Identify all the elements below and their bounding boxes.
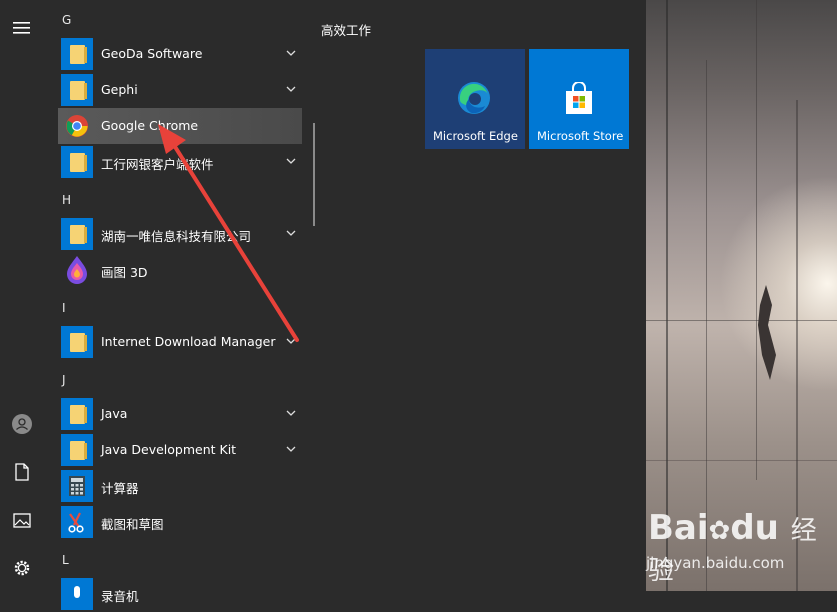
edge-icon xyxy=(458,82,490,114)
chevron-down-icon[interactable] xyxy=(286,228,296,238)
chrome-icon xyxy=(61,110,93,142)
list-item-google-chrome[interactable]: Google Chrome xyxy=(58,108,302,144)
folder-icon xyxy=(61,74,93,106)
chevron-down-icon[interactable] xyxy=(286,156,296,166)
app-label: Java Development Kit xyxy=(101,442,237,457)
section-letter[interactable]: I xyxy=(62,301,66,315)
list-item-jdk[interactable]: Java Development Kit xyxy=(58,432,302,468)
tile-label: Microsoft Store xyxy=(537,129,624,143)
folder-icon xyxy=(61,218,93,250)
baidu-logo-text: Bai✿du 经验 xyxy=(648,508,817,586)
user-icon[interactable] xyxy=(0,406,44,442)
section-letter[interactable]: L xyxy=(62,553,69,567)
app-label: Google Chrome xyxy=(101,118,199,133)
list-item-paint-3d[interactable]: 画图 3D xyxy=(58,252,302,288)
app-label: 录音机 xyxy=(101,589,139,604)
settings-icon[interactable] xyxy=(0,550,44,586)
list-item-gephi[interactable]: Gephi xyxy=(58,72,302,108)
paint-3d-icon xyxy=(61,254,93,286)
folder-icon xyxy=(61,146,93,178)
tile-microsoft-store[interactable]: Microsoft Store xyxy=(529,49,629,149)
list-item-hunan-company[interactable]: 湖南一唯信息科技有限公司 xyxy=(58,216,302,252)
chevron-down-icon[interactable] xyxy=(286,444,296,454)
tile-microsoft-edge[interactable]: Microsoft Edge xyxy=(425,49,525,149)
menu-icon[interactable] xyxy=(0,10,44,46)
folder-icon xyxy=(61,38,93,70)
app-label: GeoDa Software xyxy=(101,46,203,61)
baidu-url: jingyan.baidu.com xyxy=(646,554,785,572)
folder-icon xyxy=(61,326,93,358)
pictures-icon[interactable] xyxy=(0,502,44,538)
app-label: 工行网银客户端软件 xyxy=(101,157,214,172)
list-item-idm[interactable]: Internet Download Manager xyxy=(58,324,302,360)
app-label: 湖南一唯信息科技有限公司 xyxy=(101,229,252,244)
app-label: Internet Download Manager xyxy=(101,334,276,349)
app-label: 计算器 xyxy=(101,481,139,496)
app-label: Gephi xyxy=(101,82,138,97)
section-letter[interactable]: J xyxy=(62,373,66,387)
folder-icon xyxy=(61,434,93,466)
list-item-calculator[interactable]: 计算器 xyxy=(58,468,302,504)
list-item-recorder[interactable]: 录音机 xyxy=(58,576,302,612)
voice-recorder-icon xyxy=(61,578,93,610)
calculator-icon xyxy=(61,470,93,502)
tiles-area: 高效工作 Microsoft Edge Microsoft Store xyxy=(316,0,646,591)
app-list[interactable]: G GeoDa Software Gephi Google Chrome 工行网… xyxy=(44,0,312,610)
list-item-icbc[interactable]: 工行网银客户端软件 xyxy=(58,144,302,180)
list-scrollbar[interactable] xyxy=(313,123,315,226)
app-label: 截图和草图 xyxy=(101,517,164,532)
tile-group-title[interactable]: 高效工作 xyxy=(321,20,371,39)
chevron-down-icon[interactable] xyxy=(286,84,296,94)
section-letter[interactable]: H xyxy=(62,193,71,207)
snip-sketch-icon xyxy=(61,506,93,538)
list-item-geoda[interactable]: GeoDa Software xyxy=(58,36,302,72)
chevron-down-icon[interactable] xyxy=(286,336,296,346)
list-item-java[interactable]: Java xyxy=(58,396,302,432)
desktop-wallpaper: Bai✿du 经验 jingyan.baidu.com xyxy=(646,0,837,591)
list-item-snip-sketch[interactable]: 截图和草图 xyxy=(58,504,302,540)
figure-silhouette xyxy=(758,285,776,380)
chevron-down-icon[interactable] xyxy=(286,408,296,418)
start-rail xyxy=(0,0,44,591)
section-letter[interactable]: G xyxy=(62,13,71,27)
document-icon[interactable] xyxy=(0,454,44,490)
folder-icon xyxy=(61,398,93,430)
store-icon xyxy=(566,82,592,114)
app-label: 画图 3D xyxy=(101,265,148,280)
chevron-down-icon[interactable] xyxy=(286,48,296,58)
tile-label: Microsoft Edge xyxy=(433,129,518,143)
paw-icon: ✿ xyxy=(708,516,731,546)
app-label: Java xyxy=(101,406,128,421)
